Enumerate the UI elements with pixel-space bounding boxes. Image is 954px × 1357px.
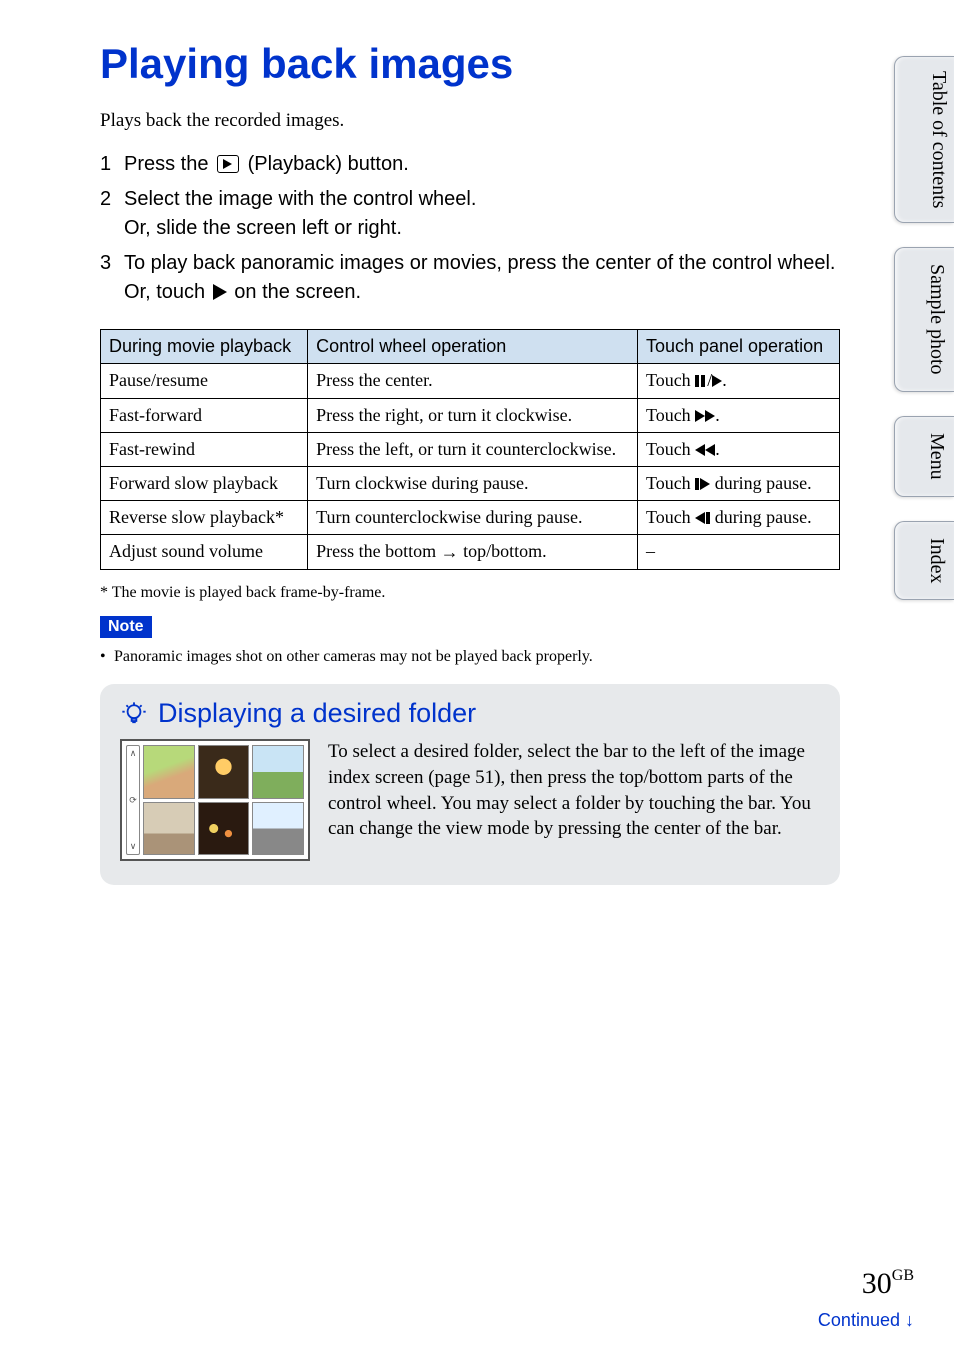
cell: Press the bottom → top/bottom. <box>308 535 638 570</box>
rw-icon <box>695 444 705 456</box>
thumbnail <box>252 745 304 799</box>
thumbnail <box>252 802 304 856</box>
page-title: Playing back images <box>100 40 840 88</box>
cell: Fast-forward <box>101 399 308 433</box>
bulb-icon <box>120 700 148 728</box>
step-text: To play back panoramic images or movies,… <box>124 252 835 274</box>
cell: Touch during pause. <box>637 501 839 535</box>
operations-table: During movie playback Control wheel oper… <box>100 329 840 570</box>
arrow-right-icon: → <box>441 542 459 563</box>
cell: Fast-rewind <box>101 433 308 467</box>
cell: Forward slow playback <box>101 467 308 501</box>
intro-text: Plays back the recorded images. <box>100 110 840 132</box>
step-sub-post: on the screen. <box>229 281 361 303</box>
cell: Press the right, or turn it clockwise. <box>308 399 638 433</box>
cell: Touch . <box>637 433 839 467</box>
note-label: Note <box>100 616 152 638</box>
table-row: Forward slow playback Turn clockwise dur… <box>101 467 840 501</box>
cell: Touch during pause. <box>637 467 839 501</box>
play-icon <box>712 375 722 387</box>
step-subtext: Or, slide the screen left or right. <box>124 214 840 243</box>
tip-text: To select a desired folder, select the b… <box>328 739 820 842</box>
th-playback: During movie playback <box>101 330 308 364</box>
step-number: 3 <box>100 249 111 278</box>
rw-icon <box>705 444 715 456</box>
cell: Press the center. <box>308 364 638 399</box>
tip-box: Displaying a desired folder ∧⟳∨ To selec… <box>100 684 840 885</box>
thumbnail <box>143 802 195 856</box>
table-row: Reverse slow playback* Turn counterclock… <box>101 501 840 535</box>
step-rev-icon <box>695 512 705 524</box>
step-fwd-icon <box>700 478 710 490</box>
cell: Turn clockwise during pause. <box>308 467 638 501</box>
table-row: Pause/resume Press the center. Touch /. <box>101 364 840 399</box>
th-wheel: Control wheel operation <box>308 330 638 364</box>
thumbnail <box>198 802 250 856</box>
step-text: (Playback) button. <box>242 153 409 175</box>
note-item: Panoramic images shot on other cameras m… <box>100 648 840 666</box>
table-row: Adjust sound volume Press the bottom → t… <box>101 535 840 570</box>
cell: Touch . <box>637 399 839 433</box>
step-3: 3 To play back panoramic images or movie… <box>100 249 840 307</box>
scrollbar-illustration: ∧⟳∨ <box>126 745 140 855</box>
play-icon <box>213 284 227 300</box>
step-text: Select the image with the control wheel. <box>124 188 476 210</box>
cell: Adjust sound volume <box>101 535 308 570</box>
thumbnail <box>198 745 250 799</box>
step-number: 2 <box>100 185 111 214</box>
step-2: 2 Select the image with the control whee… <box>100 185 840 243</box>
tip-title: Displaying a desired folder <box>120 698 820 729</box>
cell: Turn counterclockwise during pause. <box>308 501 638 535</box>
tab-index[interactable]: Index <box>894 521 954 601</box>
index-screen-illustration: ∧⟳∨ <box>120 739 310 861</box>
table-row: Fast-rewind Press the left, or turn it c… <box>101 433 840 467</box>
cell: Pause/resume <box>101 364 308 399</box>
continued-indicator: Continued ↓ <box>818 1310 914 1331</box>
table-row: Fast-forward Press the right, or turn it… <box>101 399 840 433</box>
step-subtext: Or, touch on the screen. <box>124 278 840 307</box>
cell: – <box>637 535 839 570</box>
tab-sample-photo[interactable]: Sample photo <box>894 247 954 392</box>
cell: Touch /. <box>637 364 839 399</box>
step-text: Press the <box>124 153 214 175</box>
th-touch: Touch panel operation <box>637 330 839 364</box>
cell: Reverse slow playback* <box>101 501 308 535</box>
tip-title-text: Displaying a desired folder <box>158 698 476 729</box>
page-number: 30GB <box>862 1267 914 1301</box>
cell: Press the left, or turn it counterclockw… <box>308 433 638 467</box>
side-tabs: Table of contents Sample photo Menu Inde… <box>894 56 954 600</box>
step-1: 1 Press the (Playback) button. <box>100 150 840 179</box>
tab-menu[interactable]: Menu <box>894 416 954 497</box>
step-sub-pre: Or, touch <box>124 281 211 303</box>
playback-icon <box>217 155 239 173</box>
step-fwd-icon <box>695 478 699 490</box>
footnote: * The movie is played back frame-by-fram… <box>100 584 840 602</box>
ff-icon <box>705 410 715 422</box>
ff-icon <box>695 410 705 422</box>
tab-toc[interactable]: Table of contents <box>894 56 954 223</box>
pause-icon <box>695 371 707 392</box>
thumbnail <box>143 745 195 799</box>
step-number: 1 <box>100 150 111 179</box>
steps-list: 1 Press the (Playback) button. 2 Select … <box>100 150 840 307</box>
